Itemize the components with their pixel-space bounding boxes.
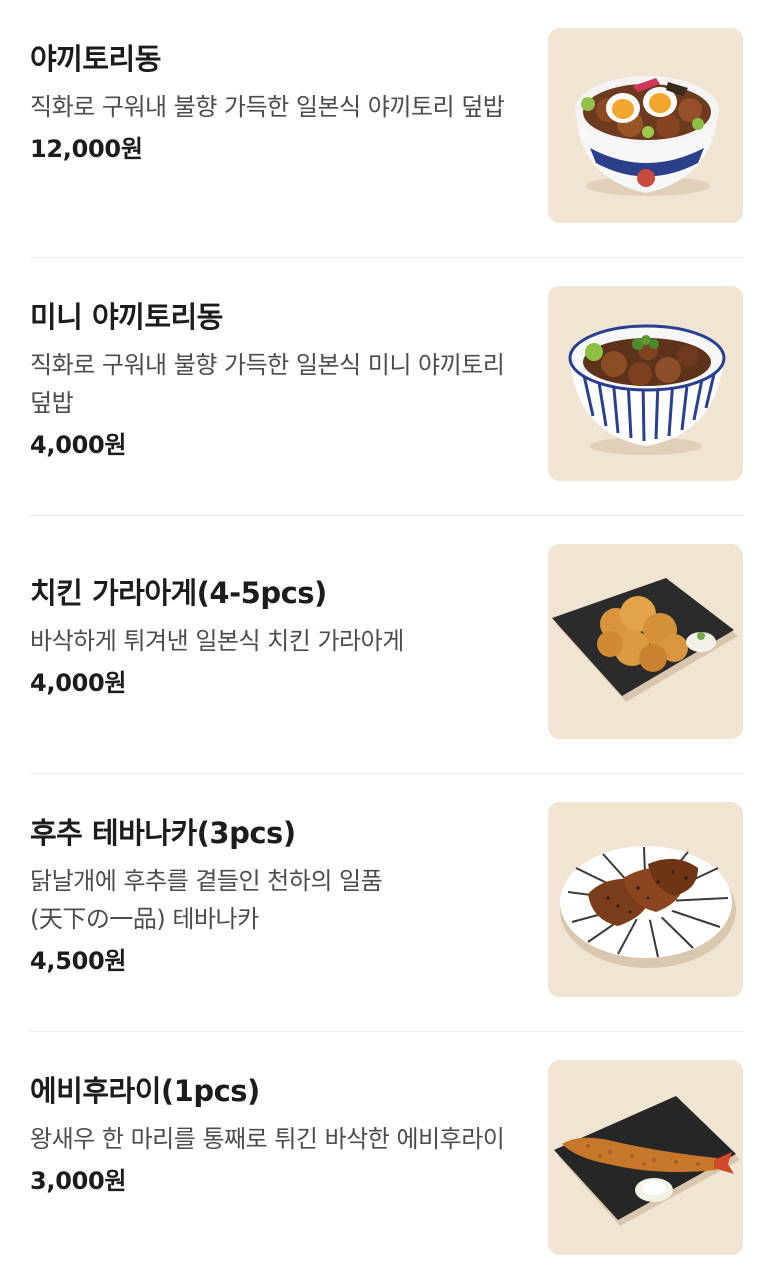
ebi-fry-plate-image[interactable]: [548, 1060, 743, 1255]
mini-yakitori-don-bowl-image[interactable]: [548, 286, 743, 481]
menu-item-price: 4,500원: [30, 947, 127, 975]
menu-item-name: 후추 테바나카(3pcs): [30, 816, 296, 850]
menu-item-text: 에비후라이(1pcs) 왕새우 한 마리를 통째로 튀긴 바삭한 에비후라이 3…: [30, 1072, 510, 1198]
menu-item-text: 치킨 가라아게(4-5pcs) 바삭하게 튀겨낸 일본식 치킨 가라아게 4,0…: [30, 574, 510, 700]
menu-item-name: 치킨 가라아게(4-5pcs): [30, 576, 327, 610]
menu-item-name: 에비후라이(1pcs): [30, 1074, 260, 1108]
menu-list: 야끼토리동 직화로 구워내 불향 가득한 일본식 야끼토리 덮밥 12,000원: [0, 0, 773, 1281]
menu-item-description: 직화로 구워내 불향 가득한 일본식 야끼토리 덮밥: [30, 93, 505, 121]
menu-item-ebi-fry[interactable]: 에비후라이(1pcs) 왕새우 한 마리를 통째로 튀긴 바삭한 에비후라이 3…: [0, 1032, 773, 1281]
pepper-tebanaka-plate-image[interactable]: [548, 802, 743, 997]
menu-item-yakitori-don[interactable]: 야끼토리동 직화로 구워내 불향 가득한 일본식 야끼토리 덮밥 12,000원: [0, 0, 773, 258]
mini-yakitori-don-bowl-illustration: [548, 286, 743, 481]
chicken-karaage-plate-image[interactable]: [548, 544, 743, 739]
menu-item-price: 4,000원: [30, 669, 127, 697]
menu-item-name: 미니 야끼토리동: [30, 300, 223, 334]
menu-item-chicken-karaage[interactable]: 치킨 가라아게(4-5pcs) 바삭하게 튀겨낸 일본식 치킨 가라아게 4,0…: [0, 516, 773, 774]
menu-item-pepper-tebanaka[interactable]: 후추 테바나카(3pcs) 닭날개에 후추를 곁들인 천하의 일품(天下の一品)…: [0, 774, 773, 1032]
menu-item-price: 12,000원: [30, 135, 143, 163]
menu-item-price: 4,000원: [30, 431, 127, 459]
menu-item-description: 직화로 구워내 불향 가득한 일본식 미니 야끼토리 덮밥: [30, 351, 505, 417]
menu-item-description: 닭날개에 후추를 곁들인 천하의 일품(天下の一品) 테바나카: [30, 867, 383, 933]
menu-item-name: 야끼토리동: [30, 42, 161, 76]
ebi-fry-plate-illustration: [548, 1060, 743, 1255]
menu-item-description: 왕새우 한 마리를 통째로 튀긴 바삭한 에비후라이: [30, 1125, 505, 1153]
chicken-karaage-plate-illustration: [548, 544, 743, 739]
yakitori-don-bowl-image[interactable]: [548, 28, 743, 223]
menu-item-mini-yakitori-don[interactable]: 미니 야끼토리동 직화로 구워내 불향 가득한 일본식 미니 야끼토리 덮밥 4…: [0, 258, 773, 516]
menu-item-text: 미니 야끼토리동 직화로 구워내 불향 가득한 일본식 미니 야끼토리 덮밥 4…: [30, 298, 510, 462]
menu-item-price: 3,000원: [30, 1167, 127, 1195]
menu-item-description: 바삭하게 튀겨낸 일본식 치킨 가라아게: [30, 627, 404, 655]
menu-item-text: 야끼토리동 직화로 구워내 불향 가득한 일본식 야끼토리 덮밥 12,000원: [30, 40, 510, 166]
pepper-tebanaka-plate-illustration: [548, 802, 743, 997]
yakitori-don-bowl-illustration: [548, 28, 743, 223]
menu-item-text: 후추 테바나카(3pcs) 닭날개에 후추를 곁들인 천하의 일품(天下の一品)…: [30, 814, 510, 978]
